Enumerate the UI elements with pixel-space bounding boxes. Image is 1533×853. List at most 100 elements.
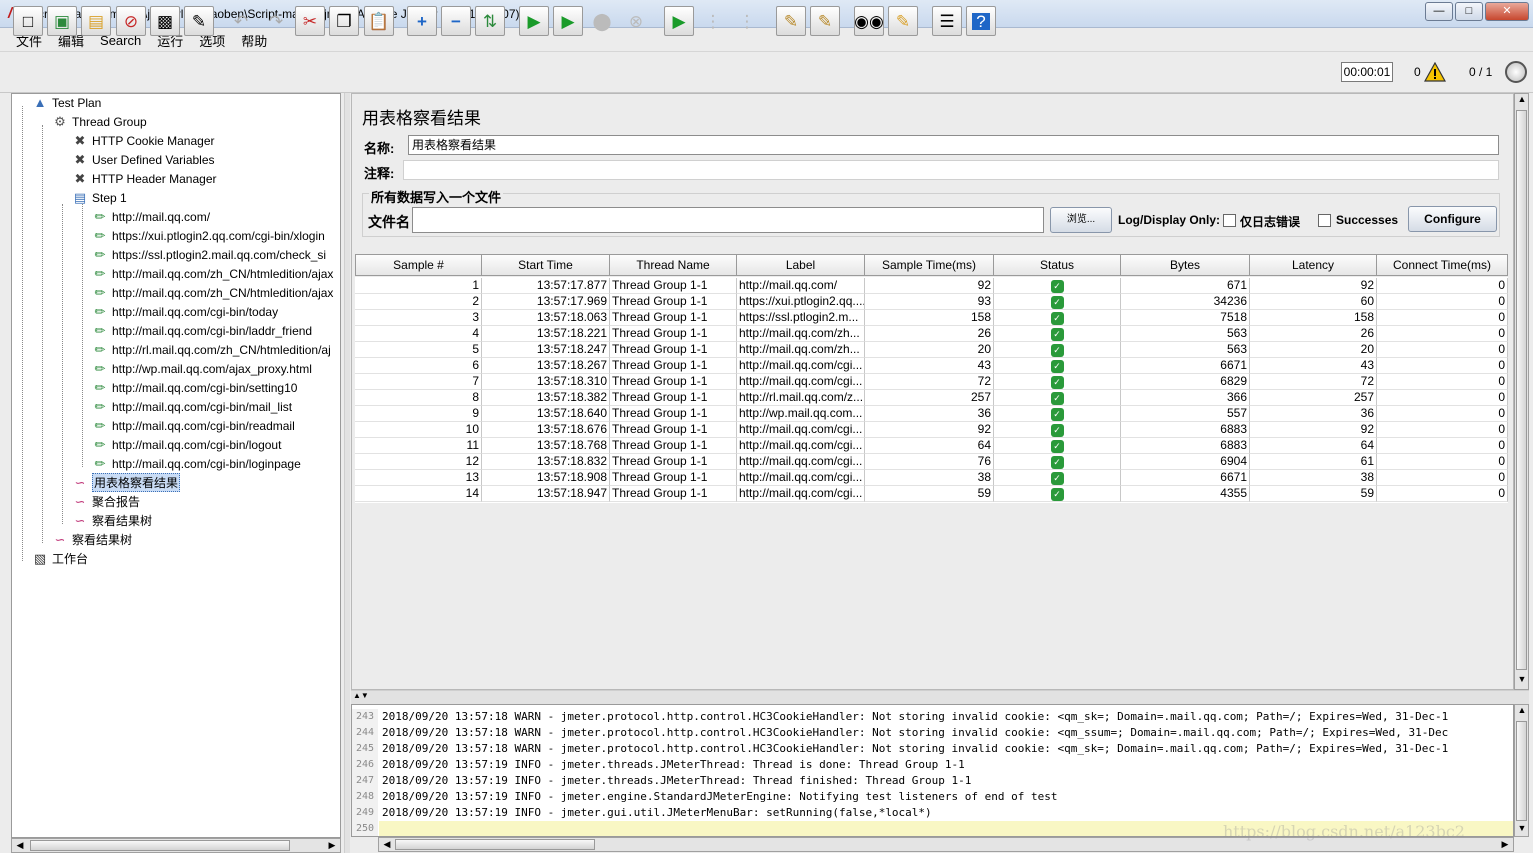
collapse-button[interactable]: − — [441, 6, 471, 36]
status-cell[interactable]: ✓ — [994, 310, 1121, 326]
table-cell[interactable]: http://mail.qq.com/cgi... — [737, 422, 865, 438]
tree-node[interactable]: ✏ http://mail.qq.com/cgi-bin/loginpage — [91, 454, 301, 473]
table-cell[interactable]: 7 — [355, 374, 482, 390]
table-cell[interactable]: 64 — [865, 438, 994, 454]
table-cell[interactable]: 4355 — [1121, 486, 1250, 502]
table-cell[interactable]: 13:57:18.267 — [482, 358, 610, 374]
tree-node[interactable]: ∽ 用表格察看结果 — [71, 473, 181, 492]
table-cell[interactable]: Thread Group 1-1 — [610, 390, 737, 406]
tree-node[interactable]: ∽ 察看结果树 — [71, 511, 152, 530]
table-cell[interactable]: http://mail.qq.com/zh... — [737, 326, 865, 342]
table-cell[interactable]: 13:57:18.063 — [482, 310, 610, 326]
status-cell[interactable]: ✓ — [994, 294, 1121, 310]
remote-exit-button[interactable]: ⋮ — [732, 6, 762, 36]
column-header[interactable]: Sample Time(ms) — [865, 254, 994, 276]
stop-button[interactable]: ⬤ — [587, 6, 617, 36]
start-no-pause-button[interactable]: ▶ — [553, 6, 583, 36]
table-cell[interactable]: 20 — [865, 342, 994, 358]
table-cell[interactable]: 0 — [1377, 486, 1508, 502]
warning-icon[interactable] — [1424, 62, 1446, 82]
tree-node[interactable]: ∽ 聚合报告 — [71, 492, 140, 511]
table-cell[interactable]: 34236 — [1121, 294, 1250, 310]
table-cell[interactable]: Thread Group 1-1 — [610, 422, 737, 438]
table-cell[interactable]: 72 — [1250, 374, 1377, 390]
tree-node[interactable]: ✏ https://xui.ptlogin2.qq.com/cgi-bin/xlo… — [91, 226, 325, 245]
errors-only-checkbox[interactable] — [1223, 214, 1236, 227]
open-button[interactable]: ▤ — [81, 6, 111, 36]
table-cell[interactable]: 92 — [1250, 278, 1377, 294]
table-cell[interactable]: Thread Group 1-1 — [610, 294, 737, 310]
status-cell[interactable]: ✓ — [994, 454, 1121, 470]
tree-node[interactable]: ✖ HTTP Cookie Manager — [71, 131, 215, 150]
redo-button[interactable]: ↷ — [261, 6, 291, 36]
start-button[interactable]: ▶ — [519, 6, 549, 36]
column-header[interactable]: Thread Name — [610, 254, 737, 276]
status-cell[interactable]: ✓ — [994, 342, 1121, 358]
table-cell[interactable]: 6 — [355, 358, 482, 374]
table-cell[interactable]: 72 — [865, 374, 994, 390]
scroll-left-icon[interactable]: ◀ — [13, 840, 27, 851]
vertical-splitter[interactable] — [344, 93, 350, 853]
table-cell[interactable]: http://mail.qq.com/cgi... — [737, 454, 865, 470]
collapse-arrows-icon[interactable]: ▲▼ — [353, 691, 369, 700]
table-cell[interactable]: 36 — [1250, 406, 1377, 422]
function-helper-button[interactable]: ☰ — [932, 6, 962, 36]
table-cell[interactable]: 6829 — [1121, 374, 1250, 390]
tree-node[interactable]: ✏ http://mail.qq.com/ — [91, 207, 211, 226]
tree-node[interactable]: ✏ http://mail.qq.com/cgi-bin/today — [91, 302, 279, 321]
log-viewer[interactable]: 243 2018/09/20 13:57:18 WARN - jmeter.pro… — [351, 704, 1514, 837]
table-cell[interactable]: Thread Group 1-1 — [610, 438, 737, 454]
table-cell[interactable]: 92 — [865, 422, 994, 438]
table-cell[interactable]: 257 — [865, 390, 994, 406]
tree-node[interactable]: ✏ http://mail.qq.com/cgi-bin/readmail — [91, 416, 295, 435]
table-cell[interactable]: https://ssl.ptlogin2.m... — [737, 310, 865, 326]
table-cell[interactable]: http://mail.qq.com/cgi... — [737, 470, 865, 486]
table-cell[interactable]: 0 — [1377, 310, 1508, 326]
table-cell[interactable]: https://xui.ptlogin2.qq.... — [737, 294, 865, 310]
table-cell[interactable]: 2 — [355, 294, 482, 310]
table-cell[interactable]: 563 — [1121, 326, 1250, 342]
tree-horizontal-scrollbar[interactable]: ◀ ▶ — [11, 838, 341, 853]
table-cell[interactable]: 59 — [865, 486, 994, 502]
tree-node[interactable]: ✏ http://mail.qq.com/cgi-bin/mail_list — [91, 397, 293, 416]
table-cell[interactable]: 13:57:18.247 — [482, 342, 610, 358]
log-vertical-scrollbar[interactable]: ▲ ▼ — [1514, 704, 1529, 837]
tree-node[interactable]: ∽ 察看结果树 — [51, 530, 132, 549]
panel-scroll-thumb[interactable] — [1516, 110, 1527, 670]
cut-button[interactable]: ✂ — [295, 6, 325, 36]
table-cell[interactable]: 38 — [865, 470, 994, 486]
table-cell[interactable]: http://mail.qq.com/cgi... — [737, 438, 865, 454]
close-file-button[interactable]: ⊘ — [116, 6, 146, 36]
status-cell[interactable]: ✓ — [994, 470, 1121, 486]
table-cell[interactable]: 13:57:18.768 — [482, 438, 610, 454]
table-cell[interactable]: 0 — [1377, 422, 1508, 438]
table-cell[interactable]: 36 — [865, 406, 994, 422]
reset-search-button[interactable]: ✎ — [888, 6, 918, 36]
status-cell[interactable]: ✓ — [994, 278, 1121, 294]
tree-node[interactable]: ✏ http://mail.qq.com/cgi-bin/logout — [91, 435, 282, 454]
table-cell[interactable]: 13:57:17.877 — [482, 278, 610, 294]
clear-button[interactable]: ✎ — [776, 6, 806, 36]
table-cell[interactable]: 13:57:18.221 — [482, 326, 610, 342]
configure-button[interactable]: Configure — [1408, 206, 1497, 232]
table-cell[interactable]: 0 — [1377, 470, 1508, 486]
expand-button[interactable]: + — [407, 6, 437, 36]
table-cell[interactable]: 0 — [1377, 278, 1508, 294]
table-cell[interactable]: 9 — [355, 406, 482, 422]
tree-node[interactable]: ✏ http://mail.qq.com/cgi-bin/setting10 — [91, 378, 298, 397]
column-header[interactable]: Start Time — [482, 254, 610, 276]
table-cell[interactable]: 0 — [1377, 390, 1508, 406]
table-cell[interactable]: 13:57:18.640 — [482, 406, 610, 422]
maximize-button[interactable]: □ — [1455, 2, 1483, 21]
table-cell[interactable]: Thread Group 1-1 — [610, 486, 737, 502]
table-cell[interactable]: 13:57:18.947 — [482, 486, 610, 502]
table-cell[interactable]: 13:57:18.310 — [482, 374, 610, 390]
table-cell[interactable]: 13:57:18.382 — [482, 390, 610, 406]
remote-start-button[interactable]: ▶ — [664, 6, 694, 36]
table-cell[interactable]: Thread Group 1-1 — [610, 310, 737, 326]
table-cell[interactable]: 13:57:18.676 — [482, 422, 610, 438]
copy-button[interactable]: ❐ — [329, 6, 359, 36]
log-scroll-right-icon[interactable]: ▶ — [1498, 839, 1512, 850]
table-cell[interactable]: 3 — [355, 310, 482, 326]
status-cell[interactable]: ✓ — [994, 406, 1121, 422]
